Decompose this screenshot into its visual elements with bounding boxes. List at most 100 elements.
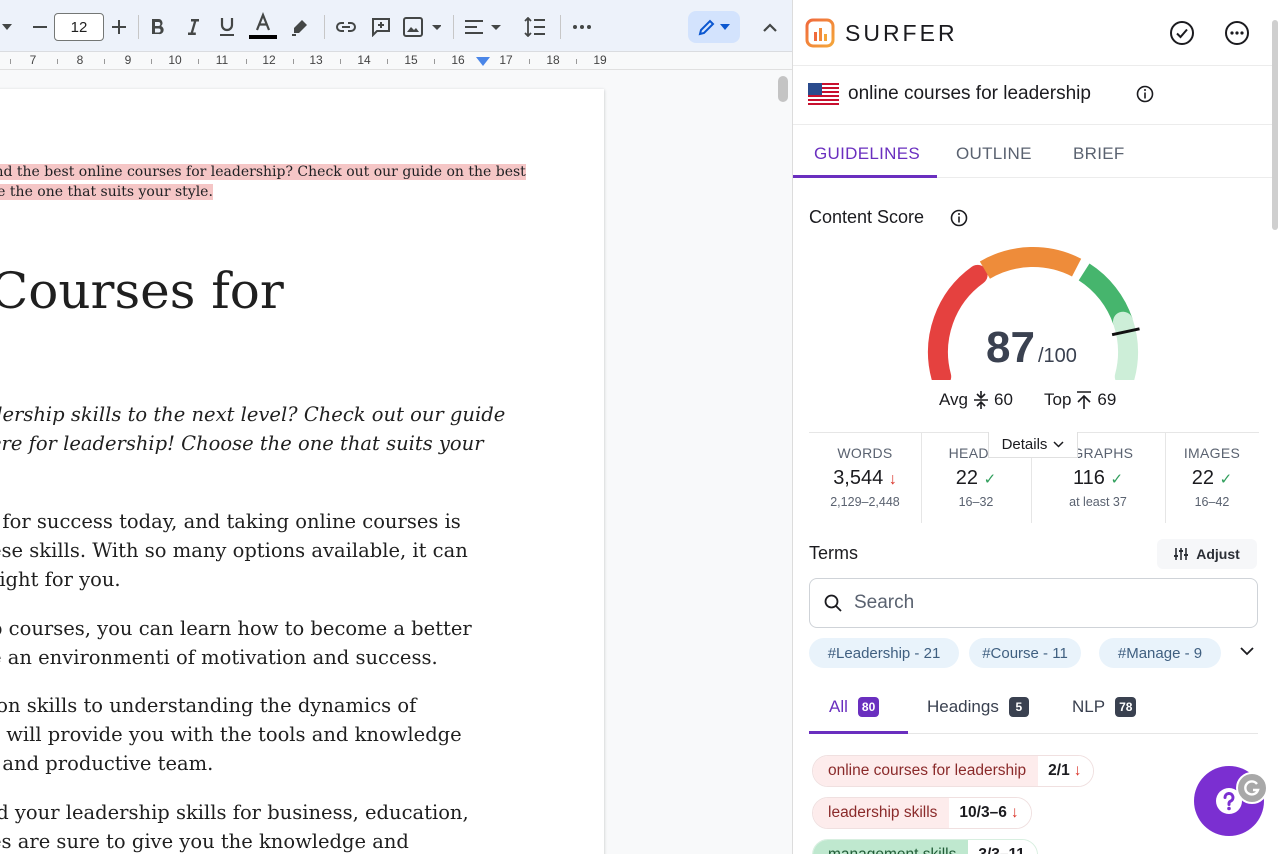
- content-score-title: Content Score: [809, 207, 925, 227]
- toolbar-divider: [560, 15, 561, 39]
- ruler-number: 12: [262, 53, 276, 67]
- toolbar-divider: [453, 15, 454, 39]
- ruler-number: 11: [215, 53, 229, 67]
- terms-search-box: [809, 578, 1258, 628]
- highlight-pen-icon[interactable]: [286, 13, 314, 41]
- arrow-down-icon: ↓: [888, 471, 897, 488]
- align-left-icon[interactable]: [463, 13, 503, 41]
- surfer-logo-icon: [805, 18, 835, 48]
- target-keyword: online courses for leadership: [848, 83, 1091, 104]
- surfer-brand: SURFER: [845, 20, 958, 46]
- tab-outline[interactable]: OUTLINE: [956, 144, 1032, 164]
- body-paragraph: p courses, you can learn how to become a…: [0, 617, 472, 669]
- expand-chips-icon[interactable]: [1239, 646, 1255, 656]
- topic-chip-leadership[interactable]: #Leadership - 21: [809, 638, 959, 668]
- body-paragraph: l for success today, and taking online c…: [0, 510, 468, 591]
- insert-image-icon[interactable]: [401, 13, 443, 41]
- content-score-max: /100: [1038, 345, 1077, 367]
- arrow-down-icon: ↓: [1010, 804, 1019, 821]
- text-color-icon[interactable]: [248, 11, 278, 43]
- us-flag-icon: [808, 83, 839, 105]
- term-item[interactable]: online courses for leadership 2/1 ↓: [812, 755, 1095, 787]
- editing-mode-button[interactable]: [688, 11, 740, 43]
- font-size-input[interactable]: 12: [54, 13, 104, 41]
- insert-link-icon[interactable]: [332, 13, 360, 41]
- term-item[interactable]: management skills 3/3–11: [812, 839, 1038, 854]
- panel-scrollbar[interactable]: [1272, 20, 1278, 230]
- details-toggle-button[interactable]: Details: [988, 432, 1078, 458]
- body-paragraph: ion skills to understanding the dynamics…: [0, 694, 462, 775]
- keyword-row: online courses for leadership: [793, 66, 1273, 125]
- check-icon: ✓: [1110, 471, 1124, 488]
- top-score: Top 69: [1044, 390, 1117, 409]
- panel-tabs: GUIDELINES OUTLINE BRIEF: [793, 125, 1273, 178]
- body-paragraph: ld your leadership skills for business, …: [0, 801, 469, 853]
- content-score-info-icon[interactable]: [950, 209, 968, 227]
- ruler-number: 9: [124, 53, 132, 67]
- font-dropdown-caret-icon[interactable]: [0, 18, 14, 36]
- italic-icon[interactable]: [179, 13, 207, 41]
- average-icon: [974, 391, 988, 409]
- surfer-panel: SURFER online courses for leadership GUI…: [792, 0, 1278, 854]
- surfer-header: SURFER: [793, 0, 1273, 66]
- check-circle-icon[interactable]: [1169, 20, 1195, 46]
- tab-brief[interactable]: BRIEF: [1073, 144, 1125, 164]
- content-score-value: 87: [986, 323, 1035, 372]
- ruler-number: 15: [404, 53, 418, 67]
- ruler[interactable]: 7 8 9 10 11 12 13 14 15 16 17 18 19: [0, 52, 792, 70]
- bold-icon[interactable]: [144, 13, 172, 41]
- chevron-down-icon: [1053, 441, 1064, 448]
- pencil-icon: [698, 19, 715, 36]
- document-title: Courses for: [0, 262, 284, 320]
- ruler-tick: [198, 59, 199, 64]
- subtab-headings[interactable]: Headings 5: [927, 697, 1029, 717]
- tab-guidelines[interactable]: GUIDELINES: [814, 144, 920, 164]
- document-page[interactable]: ind the best online courses for leadersh…: [0, 89, 604, 854]
- add-comment-icon[interactable]: [367, 13, 395, 41]
- more-menu-icon[interactable]: [1224, 20, 1250, 46]
- decrease-font-size-button[interactable]: [26, 13, 54, 41]
- topic-chip-manage[interactable]: #Manage - 9: [1099, 638, 1221, 668]
- grammarly-icon[interactable]: [1236, 772, 1268, 804]
- sliders-icon: [1174, 548, 1189, 560]
- top-arrow-icon: [1077, 391, 1092, 409]
- stat-words: WORDS 3,544 ↓ 2,129–2,448: [830, 445, 900, 509]
- line-spacing-icon[interactable]: [520, 13, 550, 41]
- ruler-tick: [104, 59, 105, 64]
- adjust-terms-button[interactable]: Adjust: [1157, 539, 1257, 569]
- document-canvas: ind the best online courses for leadersh…: [0, 71, 792, 854]
- terms-search-input[interactable]: [854, 592, 1214, 614]
- gauge-segment-orange: [979, 247, 1082, 279]
- stat-images: IMAGES 22 ✓ 16–42: [1183, 445, 1241, 509]
- toolbar-divider: [324, 15, 325, 39]
- chevron-down-icon: [720, 24, 730, 30]
- arrow-down-icon: ↓: [1073, 762, 1082, 779]
- info-icon[interactable]: [1136, 85, 1154, 103]
- subtab-all[interactable]: All 80: [829, 697, 880, 717]
- ruler-tick: [10, 59, 11, 64]
- intro-paragraph: dership skills to the next level? Check …: [0, 403, 506, 455]
- meta-description-text: ind the best online courses for leadersh…: [0, 162, 526, 202]
- ruler-tick: [246, 59, 247, 64]
- subtab-nlp[interactable]: NLP 78: [1072, 697, 1137, 717]
- ruler-tick: [387, 59, 388, 64]
- check-icon: ✓: [983, 471, 997, 488]
- collapse-toolbar-icon[interactable]: [756, 13, 784, 41]
- active-subtab-indicator: [809, 731, 908, 734]
- docs-toolbar: 12: [0, 0, 792, 52]
- increase-font-size-button[interactable]: [105, 13, 133, 41]
- right-indent-marker-icon[interactable]: [476, 57, 490, 67]
- underline-icon[interactable]: [213, 13, 241, 41]
- ruler-tick: [293, 59, 294, 64]
- search-icon: [824, 594, 842, 612]
- ruler-tick: [57, 59, 58, 64]
- topic-chip-course[interactable]: #Course - 11: [969, 638, 1081, 668]
- ruler-number: 10: [168, 53, 182, 67]
- term-item[interactable]: leadership skills 10/3–6 ↓: [812, 797, 1032, 829]
- average-score: Avg 60: [939, 390, 1013, 409]
- more-options-icon[interactable]: [568, 13, 596, 41]
- ruler-number: 14: [357, 53, 371, 67]
- ruler-number: 18: [546, 53, 560, 67]
- ruler-number: 7: [29, 53, 37, 67]
- document-scrollbar[interactable]: [778, 76, 788, 102]
